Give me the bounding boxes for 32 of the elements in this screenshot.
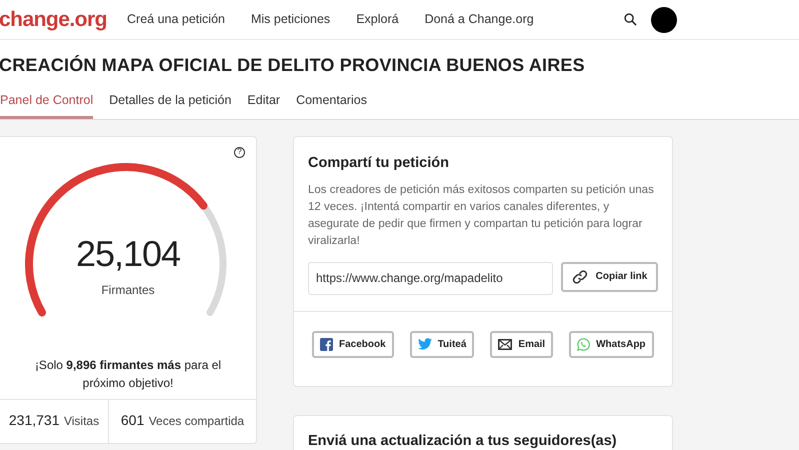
tab[interactable]: Panel de Control (0, 89, 94, 119)
count-caption: Firmantes (101, 282, 155, 299)
nav-link[interactable]: Creá una petición (127, 10, 225, 29)
link-icon (572, 268, 588, 284)
avatar[interactable] (651, 6, 677, 32)
share-button[interactable]: Tuiteá (410, 330, 474, 358)
link-field[interactable]: https://www.change.org/mapadelito (308, 262, 553, 294)
envelope-icon (498, 338, 512, 350)
tab[interactable]: Editar (247, 89, 280, 119)
card-heading: Compartí tu petición (308, 154, 450, 173)
petition-title: CREACIÓN MAPA OFICIAL DE DELITO PROVINCIA BUENOS AIRES (0, 54, 586, 77)
card-heading: Enviá una actualización a tus seguidores(as) (308, 432, 618, 450)
signature-count: 25,104 (76, 236, 180, 272)
copy-link-button[interactable]: Copiar link (561, 262, 658, 292)
stat-text: 601 Veces compartida (120, 411, 244, 430)
nav-link[interactable]: Mis peticiones (250, 10, 330, 29)
nav-link[interactable]: Explorá (356, 10, 399, 29)
help-icon[interactable]: ? (234, 146, 245, 158)
share-button[interactable]: Facebook (312, 330, 394, 358)
nav-link[interactable]: Doná a Change.org (424, 10, 534, 29)
share-button[interactable]: Email (490, 330, 554, 358)
goal-text: ¡Solo 9,896 firmantes más para el próximo objetivo! (34, 356, 222, 392)
bird-icon (418, 338, 432, 350)
whatsapp-icon (577, 338, 590, 350)
search-icon[interactable] (624, 13, 637, 26)
facebook-icon (320, 338, 333, 350)
logo[interactable]: change.org (0, 4, 117, 36)
share-button[interactable]: WhatsApp (569, 330, 654, 358)
tab[interactable]: Comentarios (296, 89, 367, 119)
share-description: Los creadores de petición más exitosos comparten su petición unas 12 veces. ¡Intentá compartir en varios canales diferentes, y asegurate de pedir que firmen y compartan tu petición para lograr viralizarla! (308, 182, 655, 248)
tab[interactable]: Detalles de la petición (109, 89, 232, 119)
stat-text: 231,731 Visitas (8, 411, 100, 430)
